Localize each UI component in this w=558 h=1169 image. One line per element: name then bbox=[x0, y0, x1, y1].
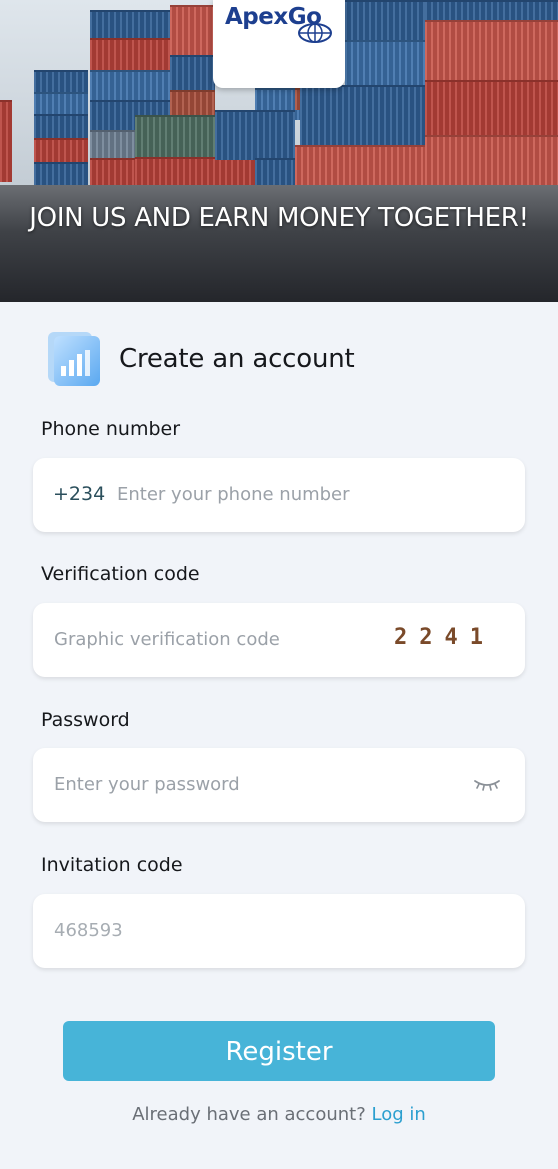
captcha-image[interactable]: 2241 bbox=[394, 625, 495, 650]
logo: ApexGo bbox=[213, 0, 345, 88]
chart-document-icon bbox=[48, 332, 100, 386]
invitation-input[interactable]: 468593 bbox=[54, 920, 374, 941]
verification-input[interactable] bbox=[54, 629, 374, 650]
phone-label: Phone number bbox=[41, 418, 181, 440]
login-prompt: Already have an account? Log in bbox=[0, 1104, 558, 1125]
form-header: Create an account bbox=[44, 330, 514, 390]
globe-icon bbox=[298, 23, 332, 43]
verification-field[interactable]: 2241 bbox=[33, 603, 525, 677]
phone-input[interactable] bbox=[117, 484, 437, 505]
hero-banner: ApexGo JOIN US AND EARN MONEY TOGETHER! bbox=[0, 0, 558, 302]
phone-field[interactable]: +234 bbox=[33, 458, 525, 532]
form-title: Create an account bbox=[119, 344, 355, 374]
invitation-label: Invitation code bbox=[41, 854, 183, 876]
register-button[interactable]: Register bbox=[63, 1021, 495, 1081]
eye-closed-icon[interactable] bbox=[473, 777, 501, 793]
invitation-field[interactable]: 468593 bbox=[33, 894, 525, 968]
country-code: +234 bbox=[53, 483, 106, 505]
footer-text: Already have an account? bbox=[132, 1104, 366, 1125]
password-input[interactable] bbox=[54, 774, 374, 795]
hero-tagline: JOIN US AND EARN MONEY TOGETHER! bbox=[29, 203, 529, 233]
login-link[interactable]: Log in bbox=[372, 1104, 426, 1125]
password-label: Password bbox=[41, 709, 130, 731]
verification-label: Verification code bbox=[41, 563, 200, 585]
password-field[interactable] bbox=[33, 748, 525, 822]
